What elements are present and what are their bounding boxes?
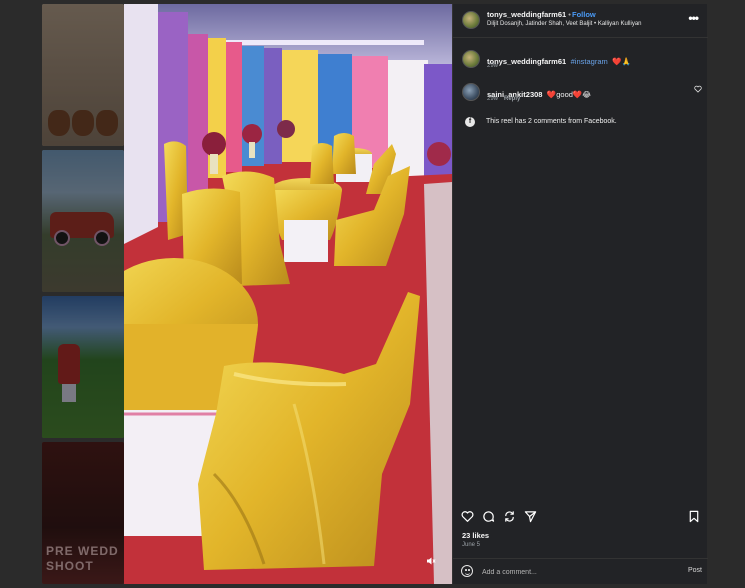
caption-emoji: ❤️🙏 <box>612 57 631 66</box>
repost-button[interactable] <box>501 508 517 524</box>
thumbnail-pre-wedding-shoot[interactable]: PRE WEDD SHOOT <box>42 442 124 584</box>
like-button[interactable] <box>459 508 475 524</box>
add-comment-bar: Post <box>453 558 708 584</box>
comment-time[interactable]: 29w <box>487 96 498 102</box>
likes-count[interactable]: 23 likes <box>462 531 489 540</box>
comment-button[interactable] <box>480 508 496 524</box>
save-button[interactable] <box>686 508 702 524</box>
author-avatar[interactable] <box>462 11 480 29</box>
caption-avatar[interactable] <box>462 50 480 68</box>
repost-icon <box>504 510 514 522</box>
comment-meta: 29w Reply <box>487 96 520 102</box>
thumbnail-child-field[interactable] <box>42 296 124 438</box>
thumbnail-vintage-car[interactable] <box>42 150 124 292</box>
comment-input[interactable] <box>482 565 662 579</box>
follow-button[interactable]: Follow <box>572 10 596 19</box>
post-panel: tonys_weddingfarm61 • Follow Diljit Dosan… <box>452 4 708 584</box>
author-username[interactable]: tonys_weddingfarm61 • <box>487 10 573 19</box>
caption-hashtag[interactable]: #instagram <box>571 57 608 66</box>
heart-icon <box>461 510 473 522</box>
thumbnail-strip: PRE WEDD SHOOT <box>42 4 124 584</box>
comment-text: ❤️good❤️😂 <box>546 90 592 99</box>
more-icon: ••• <box>688 11 699 25</box>
commenter-avatar[interactable] <box>462 83 480 101</box>
reel-video[interactable] <box>124 4 452 584</box>
caption-username[interactable]: tonys_weddingfarm61 <box>487 57 566 66</box>
mute-icon <box>427 557 436 565</box>
author-username-text[interactable]: tonys_weddingfarm61 <box>487 10 566 19</box>
post-comment-button[interactable]: Post <box>688 567 702 574</box>
caption-time[interactable]: 29w <box>487 63 498 69</box>
mute-button[interactable] <box>426 556 446 576</box>
emoji-icon[interactable] <box>461 565 473 577</box>
reel-frame-image <box>124 4 452 584</box>
post-header: tonys_weddingfarm61 • Follow Diljit Dosan… <box>453 4 708 38</box>
post-date[interactable]: June 5 <box>462 542 480 548</box>
heart-icon <box>694 85 702 93</box>
facebook-icon: f <box>465 117 475 127</box>
share-button[interactable] <box>522 508 538 524</box>
comment-icon <box>482 510 494 522</box>
thumbnail-pots[interactable] <box>42 4 124 146</box>
facebook-comments-note: This reel has 2 comments from Facebook. <box>486 118 617 125</box>
action-bar <box>453 508 708 528</box>
bookmark-icon <box>689 510 699 522</box>
reply-button[interactable]: Reply <box>504 96 520 102</box>
share-icon <box>524 510 536 522</box>
more-options-button[interactable]: ••• <box>688 11 699 25</box>
audio-track[interactable]: Diljit Dosanjh, Jatinder Shah, Veet Balj… <box>487 21 642 27</box>
comment-like-button[interactable] <box>694 85 702 95</box>
